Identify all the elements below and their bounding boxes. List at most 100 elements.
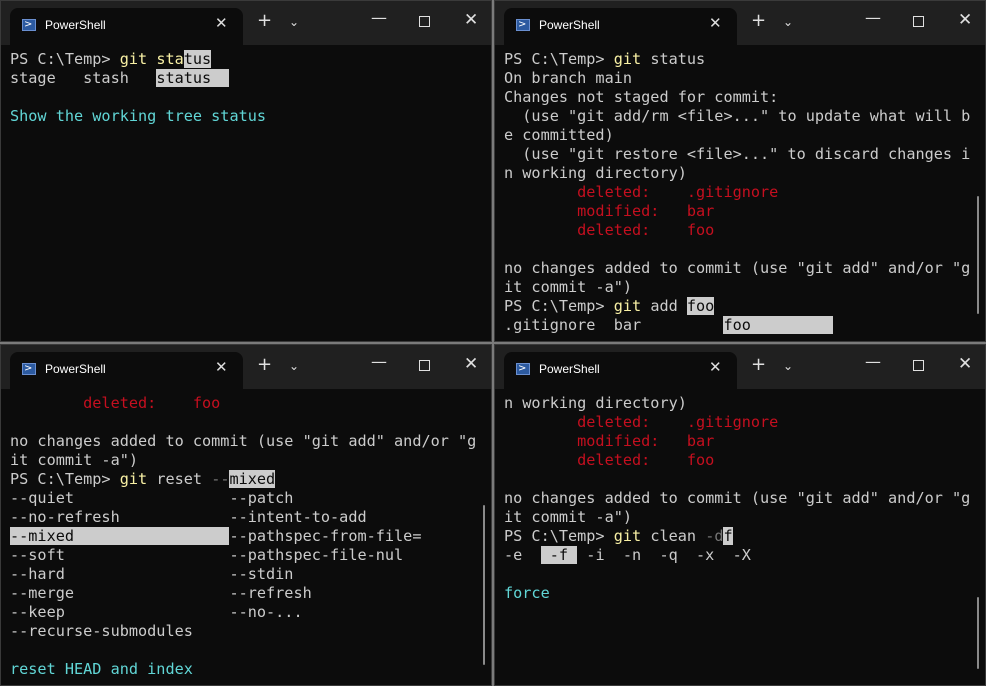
scrollbar[interactable] xyxy=(977,597,979,669)
tab-close-icon[interactable]: ✕ xyxy=(215,358,228,376)
terminal-text: --recurse-submodules xyxy=(10,622,193,640)
tab-close-icon[interactable]: ✕ xyxy=(215,14,228,32)
terminal-line: stage stash status xyxy=(10,69,491,88)
tab-close-icon[interactable]: ✕ xyxy=(709,358,722,376)
title-bar: > PowerShell ✕ + ⌄ — ✕ xyxy=(1,345,491,389)
terminal-text: it commit -a") xyxy=(10,451,139,469)
terminal-line: --merge --refresh xyxy=(10,584,491,603)
terminal-line: -e -f -i -n -q -x -X xyxy=(504,546,985,565)
terminal-text: --soft --pathspec-file-nul xyxy=(10,546,404,564)
terminal-line: deleted: .gitignore xyxy=(504,183,985,202)
minimize-icon[interactable]: — xyxy=(371,352,387,371)
terminal-text: deleted: foo xyxy=(10,394,221,412)
close-window-icon[interactable]: ✕ xyxy=(464,354,478,374)
maximize-icon[interactable] xyxy=(419,360,430,371)
chevron-down-icon[interactable]: ⌄ xyxy=(289,15,299,29)
terminal-output[interactable]: n working directory) deleted: .gitignore… xyxy=(504,394,985,685)
terminal-text: n working directory) xyxy=(504,394,687,412)
terminal-line: --soft --pathspec-file-nul xyxy=(10,546,491,565)
terminal-text: -- xyxy=(211,470,230,488)
minimize-icon[interactable]: — xyxy=(865,352,881,371)
terminal-line: .gitignore bar foo xyxy=(504,316,985,335)
new-tab-plus-icon[interactable]: + xyxy=(751,10,766,31)
powershell-icon: > xyxy=(516,19,530,31)
maximize-icon[interactable] xyxy=(913,360,924,371)
terminal-line: deleted: foo xyxy=(10,394,491,413)
tab-title: PowerShell xyxy=(45,18,106,32)
terminal-line: it commit -a") xyxy=(504,278,985,297)
terminal-line: PS C:\Temp> git reset --mixed xyxy=(10,470,491,489)
terminal-output[interactable]: PS C:\Temp> git status On branch main Chan… xyxy=(504,50,985,341)
maximize-icon[interactable] xyxy=(913,16,924,27)
terminal-text: add xyxy=(641,297,687,315)
terminal-text: modified: bar xyxy=(504,202,715,220)
scrollbar[interactable] xyxy=(483,505,485,665)
terminal-text: sta xyxy=(156,50,184,68)
terminal-text: Changes not staged for commit: xyxy=(504,88,779,106)
terminal-line: --keep --no-... xyxy=(10,603,491,622)
tab-powershell[interactable]: > PowerShell ✕ xyxy=(504,8,737,45)
terminal-text: git xyxy=(119,470,148,488)
minimize-icon[interactable]: — xyxy=(371,8,387,27)
terminal-line: reset HEAD and index xyxy=(10,660,491,679)
terminal-line: deleted: .gitignore xyxy=(504,413,985,432)
tab-close-icon[interactable]: ✕ xyxy=(709,14,722,32)
tab-powershell[interactable]: > PowerShell ✕ xyxy=(504,352,737,389)
chevron-down-icon[interactable]: ⌄ xyxy=(783,15,793,29)
terminal-text: PS C:\Temp> xyxy=(10,50,120,68)
terminal-text: deleted: .gitignore xyxy=(504,183,779,201)
maximize-icon[interactable] xyxy=(419,16,430,27)
scrollbar[interactable] xyxy=(977,196,979,314)
terminal-line: n working directory) xyxy=(504,394,985,413)
terminal-text: no changes added to commit (use "git add… xyxy=(504,259,971,277)
terminal-line: deleted: foo xyxy=(504,221,985,240)
chevron-down-icon[interactable]: ⌄ xyxy=(783,359,793,373)
terminal-text: deleted: foo xyxy=(504,221,715,239)
terminal-text: foo xyxy=(686,297,715,315)
terminal-line: modified: bar xyxy=(504,202,985,221)
terminal-text: (use "git add/rm <file>..." to update wh… xyxy=(504,107,971,125)
terminal-text: PS C:\Temp> xyxy=(504,50,614,68)
close-window-icon[interactable]: ✕ xyxy=(958,354,972,374)
terminal-line: it commit -a") xyxy=(10,451,491,470)
close-window-icon[interactable]: ✕ xyxy=(958,10,972,30)
terminal-line: --no-refresh --intent-to-add xyxy=(10,508,491,527)
new-tab-plus-icon[interactable]: + xyxy=(257,354,272,375)
terminal-line: --hard --stdin xyxy=(10,565,491,584)
terminal-output[interactable]: PS C:\Temp> git status stage stash status… xyxy=(10,50,491,341)
terminal-text: git xyxy=(613,527,642,545)
new-tab-plus-icon[interactable]: + xyxy=(257,10,272,31)
terminal-text: git xyxy=(119,50,157,68)
terminal-line: PS C:\Temp> git status xyxy=(504,50,985,69)
minimize-icon[interactable]: — xyxy=(865,8,881,27)
terminal-text: force xyxy=(504,584,550,602)
terminal-text: stage stash xyxy=(10,69,157,87)
terminal-output[interactable]: deleted: foo no changes added to commit (… xyxy=(10,394,491,685)
terminal-text: -i -n -q -x -X xyxy=(577,546,751,564)
tab-title: PowerShell xyxy=(45,362,106,376)
terminal-text: it commit -a") xyxy=(504,278,633,296)
new-tab-plus-icon[interactable]: + xyxy=(751,354,766,375)
title-bar: > PowerShell ✕ + ⌄ — ✕ xyxy=(495,345,985,389)
terminal-line: PS C:\Temp> git clean -df xyxy=(504,527,985,546)
terminal-line: On branch main xyxy=(504,69,985,88)
terminal-text: no changes added to commit (use "git add… xyxy=(504,489,971,507)
terminal-line: no changes added to commit (use "git add… xyxy=(504,489,985,508)
tab-powershell[interactable]: > PowerShell ✕ xyxy=(10,352,243,389)
terminal-text: --quiet --patch xyxy=(10,489,294,507)
close-window-icon[interactable]: ✕ xyxy=(464,10,478,30)
chevron-down-icon[interactable]: ⌄ xyxy=(289,359,299,373)
terminal-window-3: > PowerShell ✕ + ⌄ — ✕ deleted: foo no ch… xyxy=(0,344,492,686)
terminal-window-1: > PowerShell ✕ + ⌄ — ✕ PS C:\Temp> git s… xyxy=(0,0,492,342)
terminal-text: foo xyxy=(723,316,834,334)
terminal-text: On branch main xyxy=(504,69,633,87)
terminal-line: PS C:\Temp> git add foo xyxy=(504,297,985,316)
terminal-line: modified: bar xyxy=(504,432,985,451)
terminal-text: -e xyxy=(504,546,541,564)
terminal-line: Show the working tree status xyxy=(10,107,491,126)
terminal-text: deleted: .gitignore xyxy=(504,413,779,431)
tab-powershell[interactable]: > PowerShell ✕ xyxy=(10,8,243,45)
